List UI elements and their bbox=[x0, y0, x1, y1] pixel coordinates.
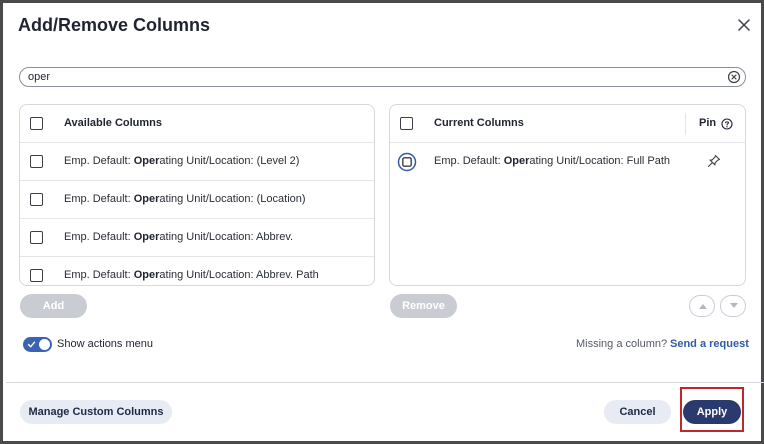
row-checkbox[interactable] bbox=[30, 155, 43, 168]
caret-up-icon bbox=[699, 304, 707, 309]
move-down-button[interactable] bbox=[720, 295, 746, 317]
pin-icon[interactable] bbox=[707, 154, 721, 168]
remove-button[interactable]: Remove bbox=[390, 294, 457, 318]
pin-header: Pin bbox=[699, 117, 717, 129]
move-up-button[interactable] bbox=[689, 295, 715, 317]
list-item[interactable]: Emp. Default: Operating Unit/Location: A… bbox=[20, 257, 374, 285]
column-label: Emp. Default: Operating Unit/Location: A… bbox=[64, 269, 319, 281]
dialog-title: Add/Remove Columns bbox=[18, 15, 211, 35]
footer-divider bbox=[6, 382, 764, 383]
add-remove-columns-dialog: Add/Remove Columns Available Columns Emp… bbox=[0, 0, 764, 444]
pin-column-divider bbox=[685, 113, 686, 135]
list-item[interactable]: Emp. Default: Operating Unit/Location: A… bbox=[20, 219, 374, 257]
show-actions-toggle[interactable] bbox=[23, 337, 52, 352]
check-icon bbox=[27, 341, 36, 348]
help-icon[interactable] bbox=[721, 117, 733, 130]
column-label: Emp. Default: Operating Unit/Location: (… bbox=[64, 193, 306, 205]
show-actions-label: Show actions menu bbox=[57, 338, 153, 350]
available-columns-panel: Available Columns Emp. Default: Operatin… bbox=[19, 104, 375, 286]
available-header-row: Available Columns bbox=[20, 105, 374, 143]
current-header-row: Current Columns Pin bbox=[390, 105, 745, 143]
current-columns-header: Current Columns bbox=[434, 117, 524, 129]
current-columns-panel: Current Columns Pin Emp. Default: Operat… bbox=[389, 104, 746, 286]
list-item[interactable]: Emp. Default: Operating Unit/Location: (… bbox=[20, 143, 374, 181]
caret-down-icon bbox=[730, 303, 738, 308]
column-label: Emp. Default: Operating Unit/Location: A… bbox=[64, 231, 294, 243]
manage-custom-columns-button[interactable]: Manage Custom Columns bbox=[20, 400, 172, 424]
close-icon[interactable] bbox=[736, 17, 752, 33]
clear-circle-icon[interactable] bbox=[727, 70, 741, 84]
apply-button[interactable]: Apply bbox=[683, 400, 741, 424]
drag-handle-icon[interactable] bbox=[397, 152, 417, 172]
row-checkbox[interactable] bbox=[30, 193, 43, 206]
add-button[interactable]: Add bbox=[20, 294, 87, 318]
missing-column-text: Missing a column? bbox=[576, 338, 668, 350]
column-label: Emp. Default: Operating Unit/Location: F… bbox=[434, 155, 671, 167]
row-checkbox[interactable] bbox=[30, 231, 43, 244]
select-all-current-checkbox[interactable] bbox=[400, 117, 413, 130]
select-all-available-checkbox[interactable] bbox=[30, 117, 43, 130]
available-columns-header: Available Columns bbox=[64, 117, 163, 129]
list-item[interactable]: Emp. Default: Operating Unit/Location: (… bbox=[20, 181, 374, 219]
search-field bbox=[19, 67, 746, 87]
search-input[interactable] bbox=[28, 69, 718, 85]
cancel-button[interactable]: Cancel bbox=[604, 400, 671, 424]
toggle-knob bbox=[39, 339, 50, 350]
column-label: Emp. Default: Operating Unit/Location: (… bbox=[64, 155, 300, 167]
row-checkbox[interactable] bbox=[30, 269, 43, 282]
send-request-link[interactable]: Send a request bbox=[670, 338, 749, 350]
list-item[interactable]: Emp. Default: Operating Unit/Location: F… bbox=[390, 143, 745, 181]
